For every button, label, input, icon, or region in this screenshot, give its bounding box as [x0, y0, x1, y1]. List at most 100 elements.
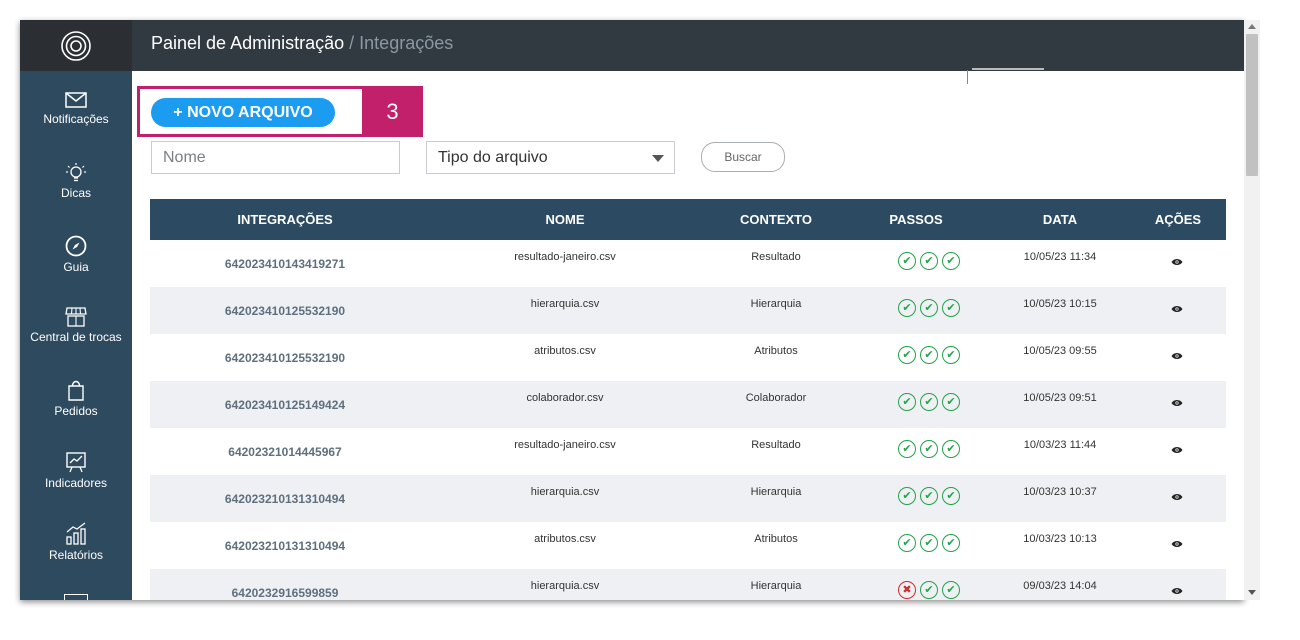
view-eye-icon[interactable] — [1171, 587, 1183, 595]
step-success-icon: ✔ — [920, 299, 938, 317]
sidebar-item-label: Dicas — [60, 186, 91, 200]
steps-group: ✔ ✔ ✔ — [898, 299, 960, 317]
date-label: 10/03/23 10:13 — [1023, 533, 1097, 545]
view-eye-icon[interactable] — [1171, 446, 1183, 454]
table-row[interactable]: 64202321014445967 resultado-janeiro.csv Re… — [150, 428, 1226, 475]
context-label: Resultado — [751, 251, 801, 263]
step-success-icon: ✔ — [920, 252, 938, 270]
new-file-button[interactable]: + NOVO ARQUIVO — [151, 98, 335, 127]
file-type-select[interactable]: Tipo do arquivo — [426, 141, 675, 174]
integration-id[interactable]: 642023410125532190 — [225, 304, 345, 318]
vertical-scrollbar[interactable] — [1244, 20, 1260, 600]
search-button[interactable]: Buscar — [701, 142, 785, 172]
step-failed-icon: ✖ — [898, 581, 916, 599]
steps-group: ✔ ✔ ✔ — [898, 440, 960, 458]
steps-group: ✔ ✔ ✔ — [898, 487, 960, 505]
chevron-down-icon — [652, 155, 664, 162]
context-label: Hierarquia — [750, 298, 802, 310]
column-header-contexto[interactable]: CONTEXTO — [726, 199, 826, 240]
step-success-icon: ✔ — [942, 440, 960, 458]
sidebar-item-guia[interactable]: Guia — [20, 234, 132, 306]
sidebar-item-label: Notificações — [43, 112, 109, 126]
table-row[interactable]: 642023410125532190 hierarquia.csv Hierarqu… — [150, 287, 1226, 334]
sidebar-item-relatorios[interactable]: Relatórios — [20, 522, 132, 594]
sidebar-item-notificacoes[interactable]: Notificações — [20, 90, 132, 162]
sidebar-item-label: Pedidos — [54, 404, 98, 418]
scroll-up-icon[interactable] — [1248, 24, 1256, 29]
name-input-placeholder: Nome — [163, 148, 206, 166]
step-success-icon: ✔ — [898, 252, 916, 270]
divider — [967, 70, 968, 84]
step-success-icon: ✔ — [898, 346, 916, 364]
scroll-down-icon[interactable] — [1248, 590, 1256, 595]
view-eye-icon[interactable] — [1171, 258, 1183, 266]
chart-board-icon — [66, 452, 86, 473]
column-header-integracoes[interactable]: INTEGRAÇÕES — [150, 199, 420, 240]
sidebar-item-indicadores[interactable]: Indicadores — [20, 450, 132, 522]
sidebar-item-dicas[interactable]: Dicas — [20, 162, 132, 234]
sidebar: Notificações Dicas Guia Central de troca… — [20, 20, 132, 600]
breadcrumb-separator: / — [349, 33, 355, 53]
table-row[interactable]: 642023410143419271 resultado-janeiro.csv R… — [150, 240, 1226, 287]
step-success-icon: ✔ — [898, 440, 916, 458]
sidebar-item-label: Guia — [63, 260, 89, 274]
integration-id[interactable]: 6420232916599859 — [232, 586, 339, 600]
view-eye-icon[interactable] — [1171, 305, 1183, 313]
step-success-icon: ✔ — [920, 534, 938, 552]
view-eye-icon[interactable] — [1171, 493, 1183, 501]
step-success-icon: ✔ — [942, 581, 960, 599]
mail-icon — [65, 92, 87, 108]
integration-id[interactable]: 642023410125149424 — [225, 398, 345, 412]
column-header-acoes[interactable]: AÇÕES — [1148, 199, 1208, 240]
sidebar-item-label: Relatórios — [48, 548, 104, 562]
table-row[interactable]: 642023410125532190 atributos.csv Atributos… — [150, 334, 1226, 381]
scrollbar-thumb[interactable] — [1246, 34, 1258, 176]
table-row[interactable]: 642023410125149424 colaborador.csv Colabor… — [150, 381, 1226, 428]
file-name: resultado-janeiro.csv — [514, 439, 616, 451]
sidebar-item-central-de-trocas[interactable]: Central de trocas — [20, 306, 132, 378]
app-window: Notificações Dicas Guia Central de troca… — [20, 20, 1244, 600]
sidebar-item-label: Indicadores — [44, 476, 108, 490]
steps-group: ✔ ✔ ✔ — [898, 346, 960, 364]
breadcrumb: Painel de Administração / Integrações — [151, 33, 453, 54]
date-label: 10/05/23 10:15 — [1023, 298, 1097, 310]
integration-id[interactable]: 642023410143419271 — [225, 257, 345, 271]
more-menu-icon[interactable] — [64, 594, 88, 600]
sidebar-item-pedidos[interactable]: Pedidos — [20, 378, 132, 450]
context-label: Colaborador — [745, 392, 807, 404]
name-input[interactable]: Nome — [151, 141, 400, 174]
lightbulb-icon — [66, 163, 86, 182]
view-eye-icon[interactable] — [1171, 352, 1183, 360]
integration-id[interactable]: 642023210131310494 — [225, 539, 345, 553]
table-row[interactable]: 642023210131310494 atributos.csv Atributos… — [150, 522, 1226, 569]
date-label: 10/03/23 10:37 — [1023, 486, 1097, 498]
steps-group: ✔ ✔ ✔ — [898, 534, 960, 552]
breadcrumb-current[interactable]: Integrações — [359, 33, 453, 53]
table-row[interactable]: 6420232916599859 hierarquia.csv Hierarquia… — [150, 569, 1226, 600]
integration-id[interactable]: 64202321014445967 — [228, 445, 341, 459]
step-success-icon: ✔ — [942, 299, 960, 317]
page-title: Painel de Administração — [151, 33, 345, 53]
column-header-nome[interactable]: NOME — [490, 199, 640, 240]
divider-line — [972, 68, 1044, 70]
step-success-icon: ✔ — [920, 393, 938, 411]
column-header-data[interactable]: DATA — [1010, 199, 1110, 240]
integration-id[interactable]: 642023410125532190 — [225, 351, 345, 365]
integration-id[interactable]: 642023210131310494 — [225, 492, 345, 506]
context-label: Atributos — [754, 345, 798, 357]
table-row[interactable]: 642023210131310494 hierarquia.csv Hierarqu… — [150, 475, 1226, 522]
step-success-icon: ✔ — [898, 534, 916, 552]
file-name: atributos.csv — [534, 533, 596, 545]
step-success-icon: ✔ — [920, 487, 938, 505]
step-success-icon: ✔ — [942, 487, 960, 505]
step-success-icon: ✔ — [898, 299, 916, 317]
date-label: 10/03/23 11:44 — [1023, 439, 1097, 451]
view-eye-icon[interactable] — [1171, 399, 1183, 407]
shopping-bag-icon — [68, 380, 84, 401]
step-success-icon: ✔ — [942, 252, 960, 270]
view-eye-icon[interactable] — [1171, 540, 1183, 548]
file-name: hierarquia.csv — [530, 298, 600, 310]
date-label: 10/05/23 11:34 — [1023, 251, 1097, 263]
logo[interactable] — [20, 20, 132, 71]
column-header-passos[interactable]: PASSOS — [866, 199, 966, 240]
